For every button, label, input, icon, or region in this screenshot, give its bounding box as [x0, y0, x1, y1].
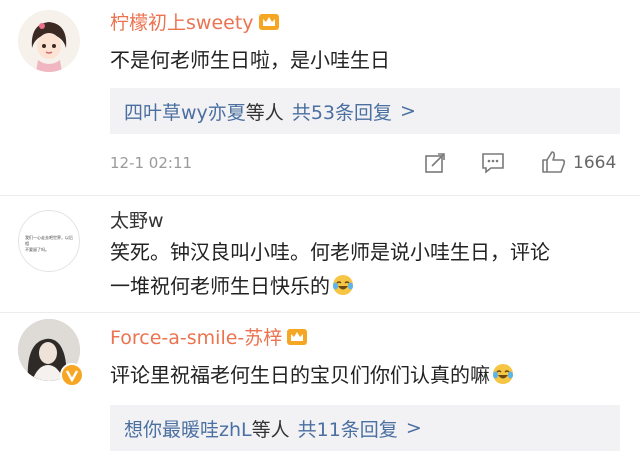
crown-badge-icon — [287, 329, 308, 345]
username[interactable]: 柠檬初上sweety — [110, 12, 280, 34]
reply-count-link[interactable]: 共53条回复 — [292, 98, 392, 125]
comment-text: 评论里祝福老何生日的宝贝们你们认真的嘛 — [110, 363, 490, 387]
reply-user-link[interactable]: 四叶草wy亦夏 — [124, 98, 246, 125]
crown-badge-icon — [258, 14, 279, 30]
chevron-right-icon[interactable]: > — [406, 417, 422, 439]
username-text[interactable]: Force-a-smile-苏梓 — [110, 327, 282, 349]
username[interactable]: 太野w — [110, 210, 164, 232]
comment-text-line: 一堆祝何老师生日快乐的 — [110, 270, 354, 302]
comment-item: Force-a-smile-苏梓 评论里祝福老何生日的宝贝们你们认真的嘛 想你最… — [0, 313, 640, 455]
reply-mid-text: 等人 — [251, 418, 290, 441]
comment-item: 柠檬初上sweety 不是何老师生日啦，是小哇生日 四叶草wy亦夏 等人 共53… — [0, 0, 640, 195]
verified-v-icon — [65, 370, 79, 383]
reply-summary[interactable]: 四叶草wy亦夏 等人 共53条回复 > — [110, 88, 620, 134]
reply-count-link[interactable]: 共11条回复 — [298, 415, 398, 442]
comment-item: 我们一心走去吧世界，以后相 不要留了吗。 太野w 笑死。钟汉良叫小哇。何老师是说… — [0, 196, 640, 312]
reply-user-link[interactable]: 想你最暖哇zhL — [124, 415, 252, 442]
cartoon-girl-avatar-icon — [18, 10, 80, 72]
avatar-text-line: 我们一心走去吧世界，以后相 — [25, 235, 73, 246]
timestamp: 12-1 02:11 — [110, 154, 193, 172]
like-icon[interactable] — [541, 150, 567, 174]
username[interactable]: Force-a-smile-苏梓 — [110, 327, 308, 349]
reply-mid-text: 等人 — [245, 101, 284, 124]
username-text[interactable]: 柠檬初上sweety — [110, 12, 254, 34]
reply-summary[interactable]: 想你最暖哇zhL 等人 共11条回复 > — [110, 405, 620, 451]
laugh-cry-emoji-icon — [333, 275, 353, 295]
avatar[interactable] — [18, 10, 80, 72]
repost-icon[interactable] — [424, 152, 446, 174]
comment-icon[interactable] — [481, 152, 505, 174]
chevron-right-icon[interactable]: > — [400, 100, 416, 122]
laugh-cry-emoji-icon — [493, 364, 513, 384]
comment-text-line: 评论里祝福老何生日的宝贝们你们认真的嘛 — [110, 359, 514, 391]
avatar[interactable]: 我们一心走去吧世界，以后相 不要留了吗。 — [18, 210, 80, 272]
text-image-avatar-icon: 我们一心走去吧世界，以后相 不要留了吗。 — [25, 235, 75, 253]
comment-text-line: 笑死。钟汉良叫小哇。何老师是说小哇生日，评论 — [110, 240, 550, 264]
comment-text: 不是何老师生日啦，是小哇生日 — [110, 48, 390, 72]
verified-badge — [60, 363, 84, 387]
avatar-text-line: 不要留了吗。 — [25, 247, 49, 252]
like-count: 1664 — [573, 153, 617, 173]
comment-text: 一堆祝何老师生日快乐的 — [110, 274, 330, 298]
